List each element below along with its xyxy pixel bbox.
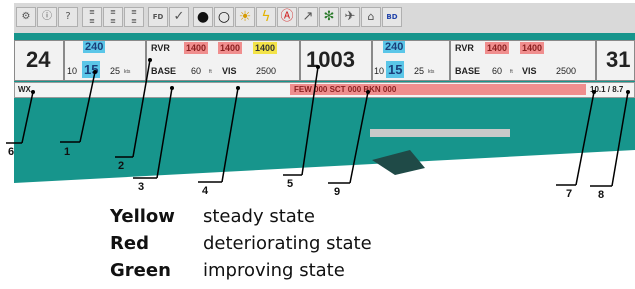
callout-9: 9 <box>334 186 341 198</box>
callout-1: 1 <box>64 146 71 158</box>
legend-key-red: Red <box>110 233 149 254</box>
legend-key-green: Green <box>110 260 171 281</box>
callout-4: 4 <box>202 185 209 197</box>
callout-2: 2 <box>118 160 125 172</box>
callout-3: 3 <box>138 181 145 193</box>
legend-desc-yellow: steady state <box>203 206 315 227</box>
legend-key-yellow: Yellow <box>110 206 175 227</box>
legend-desc-red: deteriorating state <box>203 233 372 254</box>
callout-8: 8 <box>598 189 605 201</box>
legend-desc-green: improving state <box>203 260 345 281</box>
callout-7: 7 <box>566 188 573 200</box>
callout-5: 5 <box>287 178 294 190</box>
callout-6: 6 <box>8 146 15 158</box>
